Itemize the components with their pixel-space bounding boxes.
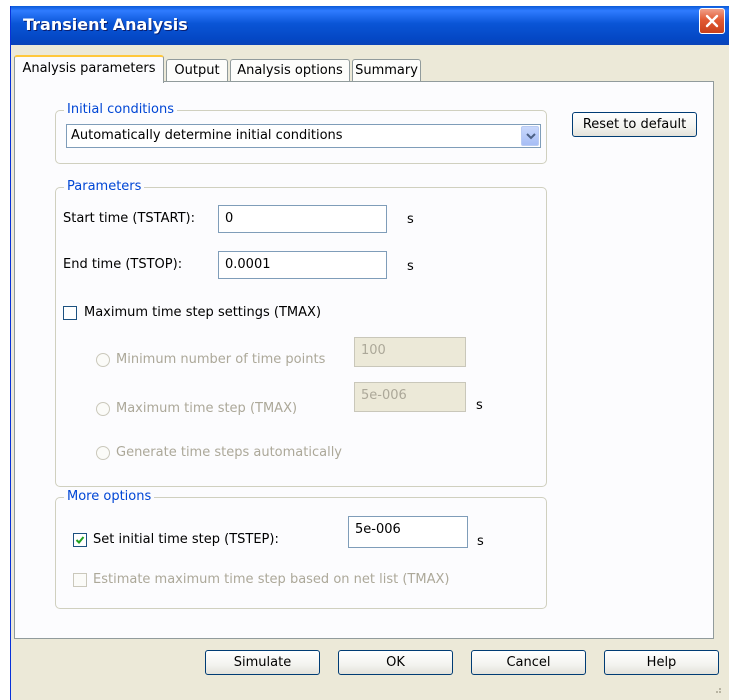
start-time-input[interactable]: 0 xyxy=(218,205,387,233)
start-time-unit: s xyxy=(407,212,414,227)
initial-time-step-unit: s xyxy=(477,534,484,549)
cancel-button[interactable]: Cancel xyxy=(471,650,586,675)
start-time-label: Start time (TSTART): xyxy=(63,211,195,226)
checkmark-icon xyxy=(75,536,85,544)
max-time-step-input[interactable]: 5e-006 xyxy=(354,382,466,412)
title-bar[interactable]: Transient Analysis xyxy=(11,6,729,45)
max-time-step-unit: s xyxy=(476,398,483,413)
close-icon xyxy=(705,14,719,28)
max-time-step-radio[interactable] xyxy=(96,402,110,416)
min-time-points-radio[interactable] xyxy=(96,353,110,367)
close-button[interactable] xyxy=(699,8,725,34)
end-time-unit: s xyxy=(407,259,414,274)
tab-panel-analysis-parameters: Initial conditions Automatically determi… xyxy=(14,81,714,639)
window-title: Transient Analysis xyxy=(23,15,188,34)
chevron-down-icon xyxy=(526,133,536,140)
generate-time-steps-radio[interactable] xyxy=(96,446,110,460)
help-button[interactable]: Help xyxy=(604,650,719,675)
end-time-input[interactable]: 0.0001 xyxy=(218,251,387,279)
more-options-group-label: More options xyxy=(64,489,155,505)
end-time-label: End time (TSTOP): xyxy=(63,257,183,272)
initial-conditions-selected-value: Automatically determine initial conditio… xyxy=(71,128,343,143)
tab-output[interactable]: Output xyxy=(166,59,228,81)
parameters-group-label: Parameters xyxy=(64,179,145,195)
set-initial-time-step-label: Set initial time step (TSTEP): xyxy=(93,532,279,547)
max-time-step-settings-checkbox[interactable] xyxy=(63,306,77,320)
tab-analysis-parameters[interactable]: Analysis parameters xyxy=(14,55,164,83)
set-initial-time-step-checkbox[interactable] xyxy=(73,533,87,547)
dropdown-button[interactable] xyxy=(521,126,539,146)
resize-grip-icon[interactable] xyxy=(712,684,722,694)
min-time-points-input[interactable]: 100 xyxy=(354,337,466,367)
min-time-points-label: Minimum number of time points xyxy=(116,352,326,367)
reset-to-default-button[interactable]: Reset to default xyxy=(572,112,697,137)
simulate-button[interactable]: Simulate xyxy=(205,650,320,675)
estimate-max-time-step-label: Estimate maximum time step based on net … xyxy=(93,572,450,587)
initial-conditions-group: Initial conditions Automatically determi… xyxy=(55,102,547,164)
max-time-step-settings-label: Maximum time step settings (TMAX) xyxy=(84,305,322,320)
generate-time-steps-label: Generate time steps automatically xyxy=(116,445,343,460)
tab-analysis-options[interactable]: Analysis options xyxy=(230,59,350,81)
ok-button[interactable]: OK xyxy=(338,650,453,675)
tab-summary[interactable]: Summary xyxy=(352,59,421,81)
estimate-max-time-step-checkbox[interactable] xyxy=(73,573,87,587)
initial-conditions-select[interactable]: Automatically determine initial conditio… xyxy=(66,124,541,148)
parameters-group: Parameters Start time (TSTART): 0 s End … xyxy=(55,179,547,487)
max-time-step-label: Maximum time step (TMAX) xyxy=(116,401,298,416)
initial-time-step-input[interactable]: 5e-006 xyxy=(348,516,468,548)
initial-conditions-group-label: Initial conditions xyxy=(64,102,177,118)
more-options-group: More options Set initial time step (TSTE… xyxy=(55,489,547,609)
